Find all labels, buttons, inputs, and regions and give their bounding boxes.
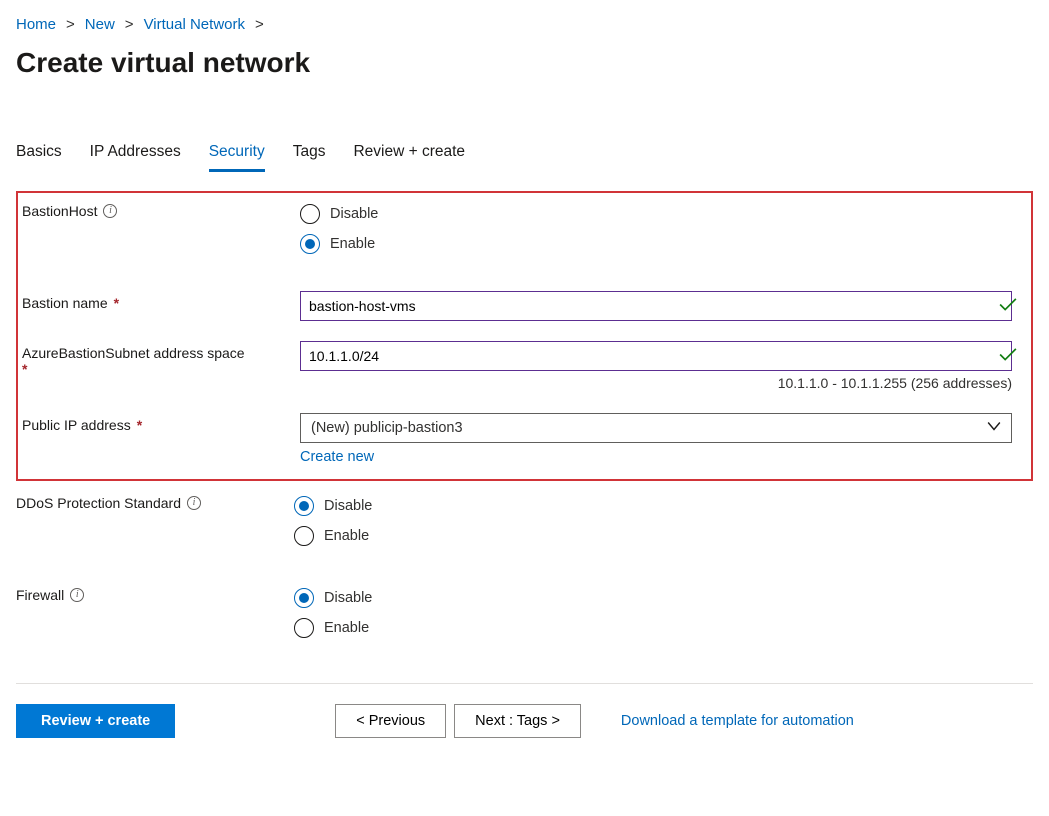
bastion-host-disable-label: Disable: [330, 206, 378, 222]
firewall-enable-radio[interactable]: [294, 618, 314, 638]
bastion-section-highlight: BastionHost i Disable Enable Bastion nam…: [16, 191, 1033, 481]
info-icon[interactable]: i: [70, 588, 84, 602]
info-icon[interactable]: i: [187, 496, 201, 510]
breadcrumb-new[interactable]: New: [85, 16, 115, 33]
review-create-button[interactable]: Review + create: [16, 704, 175, 738]
tab-bar: Basics IP Addresses Security Tags Review…: [16, 139, 1033, 173]
bastion-subnet-input[interactable]: [300, 341, 1012, 371]
tab-basics[interactable]: Basics: [16, 139, 62, 172]
bastion-subnet-help: 10.1.1.0 - 10.1.1.255 (256 addresses): [300, 375, 1012, 391]
public-ip-dropdown[interactable]: (New) publicip-bastion3: [300, 413, 1012, 443]
ddos-enable-label: Enable: [324, 528, 369, 544]
wizard-footer: Review + create < Previous Next : Tags >…: [16, 684, 1033, 766]
chevron-right-icon: >: [255, 16, 264, 33]
public-ip-selected: (New) publicip-bastion3: [311, 420, 463, 436]
download-template-link[interactable]: Download a template for automation: [621, 713, 854, 729]
bastion-host-label: BastionHost: [22, 203, 97, 219]
bastion-host-disable-radio[interactable]: [300, 204, 320, 224]
breadcrumb-virtual-network[interactable]: Virtual Network: [144, 16, 245, 33]
ddos-enable-radio[interactable]: [294, 526, 314, 546]
breadcrumb-home[interactable]: Home: [16, 16, 56, 33]
firewall-label: Firewall: [16, 587, 64, 603]
firewall-enable-label: Enable: [324, 620, 369, 636]
tab-ip-addresses[interactable]: IP Addresses: [90, 139, 181, 172]
tab-tags[interactable]: Tags: [293, 139, 326, 172]
chevron-right-icon: >: [125, 16, 134, 33]
info-icon[interactable]: i: [103, 204, 117, 218]
bastion-host-enable-label: Enable: [330, 236, 375, 252]
next-button[interactable]: Next : Tags >: [454, 704, 581, 738]
bastion-host-enable-radio[interactable]: [300, 234, 320, 254]
check-icon: [999, 298, 1017, 315]
page-title: Create virtual network: [16, 47, 1033, 79]
check-icon: [999, 348, 1017, 365]
required-marker: *: [137, 417, 142, 433]
firewall-disable-radio[interactable]: [294, 588, 314, 608]
required-marker: *: [22, 361, 27, 377]
tab-review-create[interactable]: Review + create: [353, 139, 465, 172]
bastion-subnet-label: AzureBastionSubnet address space: [22, 345, 245, 361]
chevron-down-icon: [987, 419, 1001, 437]
chevron-right-icon: >: [66, 16, 75, 33]
required-marker: *: [114, 295, 119, 311]
ddos-disable-radio[interactable]: [294, 496, 314, 516]
firewall-disable-label: Disable: [324, 590, 372, 606]
breadcrumb: Home > New > Virtual Network >: [16, 16, 1033, 33]
public-ip-label: Public IP address: [22, 417, 131, 433]
ddos-disable-label: Disable: [324, 498, 372, 514]
bastion-name-label: Bastion name: [22, 295, 108, 311]
tab-security[interactable]: Security: [209, 139, 265, 172]
create-new-link[interactable]: Create new: [300, 449, 374, 465]
ddos-label: DDoS Protection Standard: [16, 495, 181, 511]
bastion-name-input[interactable]: [300, 291, 1012, 321]
previous-button[interactable]: < Previous: [335, 704, 446, 738]
